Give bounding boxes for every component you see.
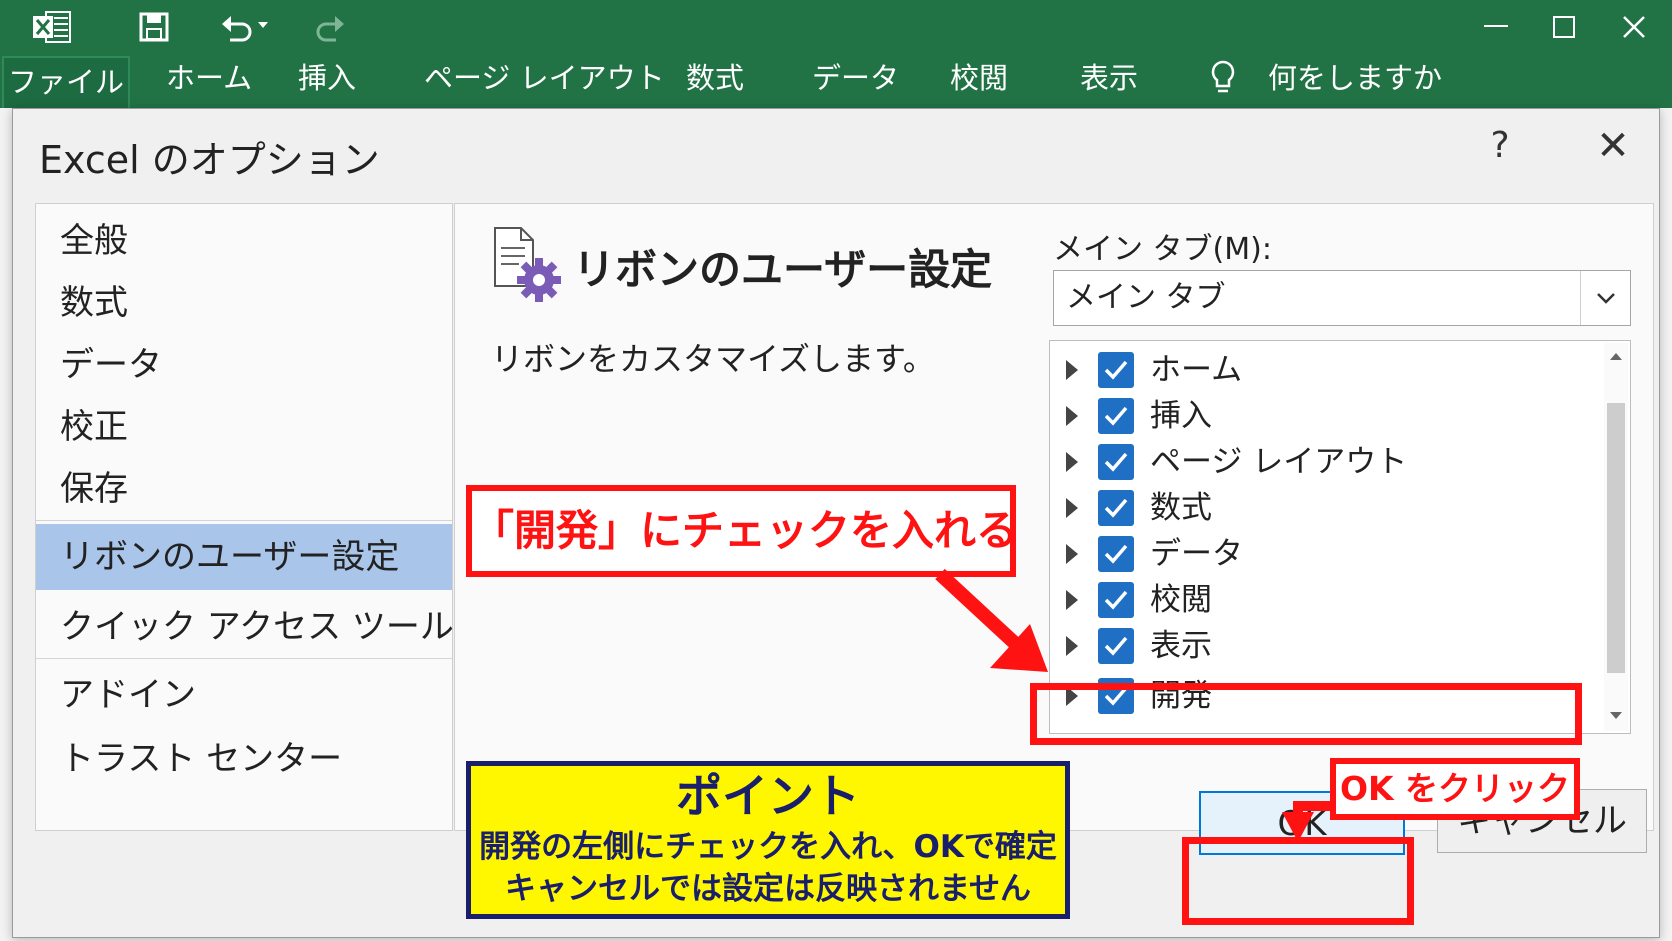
minimize-icon[interactable] [1466,6,1526,48]
main-tabs-label: メイン タブ(M): [1053,232,1272,267]
tab-tree-label: 校閲 [1150,582,1212,618]
callout-click-ok: OK をクリック [1330,758,1580,820]
nav-item-formulas[interactable]: 数式 [36,270,452,336]
tab-tree-label: 表示 [1150,628,1212,664]
maximize-icon[interactable] [1534,6,1594,48]
expand-arrow-icon[interactable] [1064,634,1080,658]
nav-item-proofing[interactable]: 校正 [36,394,452,460]
expand-arrow-icon[interactable] [1064,496,1080,520]
checkbox-data[interactable] [1098,536,1134,572]
expand-arrow-icon[interactable] [1064,404,1080,428]
tip-title: ポイント [676,769,860,823]
tab-tree-label: 挿入 [1150,398,1212,434]
panel-title: リボンのユーザー設定 [573,245,993,294]
nav-item-addins[interactable]: アドイン [36,662,452,728]
nav-item-general[interactable]: 全般 [36,208,452,274]
nav-item-data[interactable]: データ [36,332,452,398]
tell-me-search[interactable]: 何をしますか [1268,54,1442,108]
help-icon[interactable]: ? [1475,121,1525,171]
dialog-close-icon[interactable]: ✕ [1585,121,1641,171]
nav-item-quick-access-toolbar[interactable]: クイック アクセス ツール バー [36,594,533,660]
lightbulb-icon [1208,58,1238,112]
scroll-up-icon[interactable] [1609,351,1623,361]
undo-icon[interactable] [216,8,276,46]
expand-arrow-icon[interactable] [1064,542,1080,566]
tab-tree-item-insert: 挿入 [1050,393,1570,439]
nav-separator [36,658,452,659]
tab-tree-item-view: 表示 [1050,623,1570,669]
tab-home[interactable]: ホーム [166,54,252,108]
tab-formulas[interactable]: 数式 [686,54,744,108]
tab-review[interactable]: 校閲 [950,54,1008,108]
checkbox-page-layout[interactable] [1098,444,1134,480]
tab-tree-item-data: データ [1050,531,1570,577]
ribbon-tabs: ファイル ホーム 挿入 ページ レイアウト 数式 データ 校閲 表示 何をします… [0,54,1672,108]
expand-arrow-icon[interactable] [1064,588,1080,612]
expand-arrow-icon[interactable] [1064,450,1080,474]
tab-tree-item-review: 校閲 [1050,577,1570,623]
nav-item-customize-ribbon[interactable]: リボンのユーザー設定 [36,524,452,590]
tab-tree-item-page-layout: ページ レイアウト [1050,439,1570,485]
tree-scrollbar[interactable] [1604,343,1628,731]
nav-item-trust-center[interactable]: トラスト センター [36,726,452,792]
dropdown-value: メイン タブ [1066,280,1226,315]
tip-line-1: 開発の左側にチェックを入れ、OKで確定 [479,829,1057,865]
checkbox-home[interactable] [1098,352,1134,388]
redo-icon[interactable] [310,8,350,46]
tab-data[interactable]: データ [812,54,899,108]
tab-view[interactable]: 表示 [1080,54,1138,108]
close-icon[interactable] [1604,6,1664,48]
tip-box: ポイント 開発の左側にチェックを入れ、OKで確定 キャンセルでは設定は反映されま… [466,761,1070,919]
main-tabs-dropdown[interactable]: メイン タブ [1053,270,1631,326]
excel-title-bar [0,0,1672,54]
options-category-list: 全般 数式 データ 校正 保存 リボンのユーザー設定 クイック アクセス ツール… [35,203,533,831]
main-tabs-tree: ホーム 挿入 ページ レイアウト 数式 データ 校閲 表示 開発 [1049,340,1631,734]
tab-tree-item-formulas: 数式 [1050,485,1570,531]
scroll-down-icon[interactable] [1609,711,1623,721]
document-gear-icon [491,224,567,304]
developer-highlight-box [1030,683,1582,745]
dialog-title: Excel のオプション [39,138,380,182]
tab-tree-label: ホーム [1150,352,1243,388]
checkbox-view[interactable] [1098,628,1134,664]
tab-insert[interactable]: 挿入 [298,54,356,108]
excel-logo-icon [30,8,74,46]
tab-tree-label: データ [1150,536,1243,572]
tab-file[interactable]: ファイル [2,56,130,108]
panel-description: リボンをカスタマイズします。 [491,340,935,378]
checkbox-insert[interactable] [1098,398,1134,434]
nav-item-save[interactable]: 保存 [36,456,452,522]
expand-arrow-icon[interactable] [1064,358,1080,382]
chevron-down-icon[interactable] [1580,271,1630,325]
tab-tree-item-home: ホーム [1050,347,1570,393]
tip-line-2: キャンセルでは設定は反映されません [504,871,1032,907]
tab-tree-label: ページ レイアウト [1150,444,1408,480]
callout-check-developer: 「開発」にチェックを入れる [466,485,1018,577]
checkbox-review[interactable] [1098,582,1134,618]
tab-page-layout[interactable]: ページ レイアウト [424,54,665,108]
ok-highlight-box [1182,837,1414,925]
nav-separator [36,520,452,521]
checkbox-formulas[interactable] [1098,490,1134,526]
save-icon[interactable] [134,8,174,46]
tab-tree-label: 数式 [1150,490,1212,526]
scroll-thumb[interactable] [1607,403,1625,673]
